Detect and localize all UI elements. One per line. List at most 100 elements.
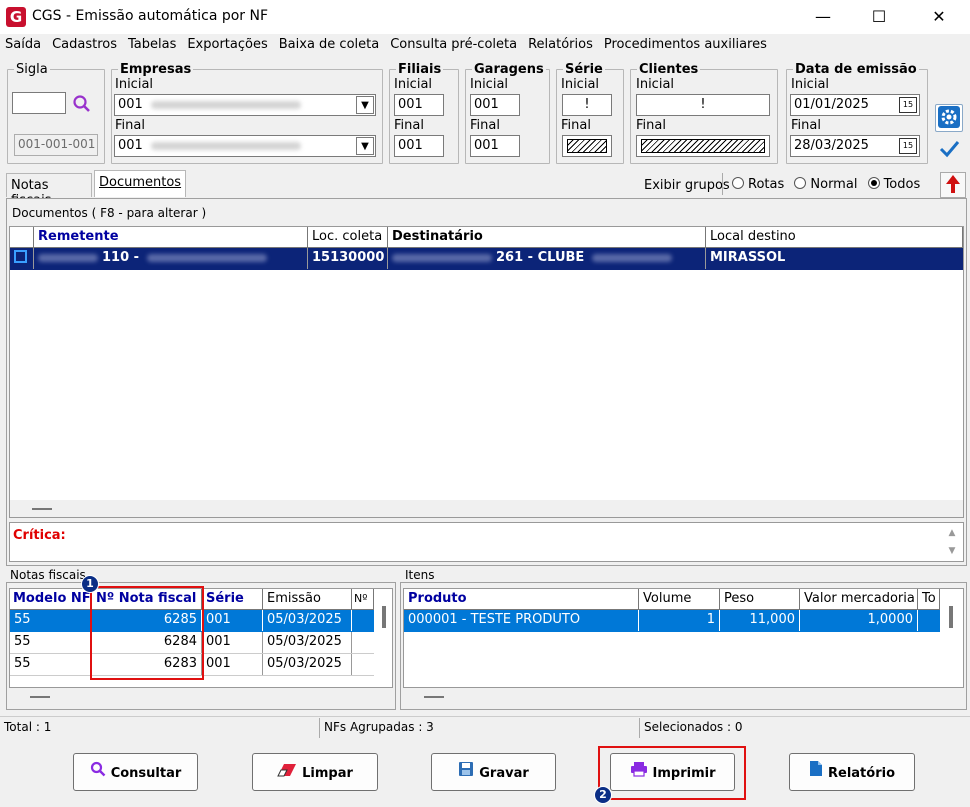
notas-title: Notas fiscais [10, 568, 86, 582]
col-destinatario[interactable]: Destinatário [388, 227, 706, 248]
col-loc-coleta[interactable]: Loc. coleta [308, 227, 388, 248]
menu-cadastros[interactable]: Cadastros [47, 34, 123, 52]
serie-inicial-input[interactable]: ! [562, 94, 612, 116]
clientes-inicial-input[interactable]: ! [636, 94, 770, 116]
radio-todos[interactable] [867, 177, 880, 189]
status-agrupadas: NFs Agrupadas : 3 [320, 718, 640, 738]
close-button[interactable]: ✕ [916, 0, 962, 34]
col-numero-extra[interactable]: Nº [352, 589, 374, 610]
empresas-final-select[interactable]: 001 ▼ [114, 135, 376, 157]
garagens-legend: Garagens [474, 62, 544, 77]
data-inicial-label: Inicial [791, 77, 830, 92]
consultar-label: Consultar [110, 766, 182, 781]
col-local-destino[interactable]: Local destino [706, 227, 963, 248]
cell-valor: 1,0000 [800, 610, 918, 631]
redacted-text [150, 100, 301, 109]
menu-tabelas[interactable]: Tabelas [123, 34, 182, 52]
check-icon [939, 141, 960, 158]
radio-todos-label: Todos [883, 177, 921, 192]
col-produto[interactable]: Produto [404, 589, 639, 610]
cell-loc-coleta: 15130000 [308, 248, 388, 269]
table-row[interactable]: 110 - 15130000 261 - CLUBE MIRASSOL [10, 248, 963, 270]
status-total: Total : 1 [0, 718, 320, 738]
v-scrollbar[interactable]: ▲ ▼ [944, 524, 960, 560]
sigla-code: 001-001-001 [14, 134, 98, 156]
menu-consulta-pre-coleta[interactable]: Consulta pré-coleta [385, 34, 523, 52]
groups-options: Rotas Normal Todos [726, 177, 920, 192]
cell-modelo: 55 [10, 654, 92, 675]
clientes-legend: Clientes [639, 62, 699, 77]
cell-local-destino: MIRASSOL [710, 250, 786, 265]
col-total[interactable]: To [918, 589, 940, 610]
serie-final-input[interactable] [562, 135, 612, 157]
v-scroll-thumb[interactable] [382, 606, 386, 628]
col-modelo-nf[interactable]: Modelo NF [10, 589, 92, 610]
calendar-icon[interactable]: 15 [899, 97, 917, 113]
scroll-grip [424, 696, 444, 698]
h-scrollbar[interactable] [10, 688, 393, 705]
maximize-button[interactable]: ☐ [856, 0, 902, 34]
radio-normal[interactable] [794, 177, 807, 189]
row-checkbox-cell[interactable] [10, 248, 34, 269]
clientes-final-input[interactable] [636, 135, 770, 157]
menu-baixa-coleta[interactable]: Baixa de coleta [274, 34, 385, 52]
sort-up-button[interactable] [940, 172, 966, 198]
limpar-button[interactable]: Limpar [252, 753, 378, 791]
garagens-final-label: Final [470, 118, 500, 133]
h-scrollbar[interactable] [10, 500, 963, 517]
v-scroll-thumb[interactable] [949, 606, 953, 628]
col-remetente[interactable]: Remetente [34, 227, 308, 248]
cell-modelo: 55 [10, 610, 92, 631]
cell-modelo: 55 [10, 632, 92, 653]
settings-button[interactable] [935, 104, 963, 132]
col-serie[interactable]: Série [202, 589, 263, 610]
cell-produto: 000001 - TESTE PRODUTO [404, 610, 639, 631]
grid-header-corner [10, 227, 34, 248]
table-row[interactable]: 000001 - TESTE PRODUTO 1 11,000 1,0000 [404, 610, 940, 632]
search-icon[interactable] [72, 94, 94, 114]
garagens-final-input[interactable]: 001 [470, 135, 520, 157]
redacted-text [592, 253, 673, 262]
tab-notas-fiscais[interactable]: Notas fiscais [6, 173, 92, 208]
data-final-value: 28/03/2025 [794, 138, 869, 153]
groups-label: Exibir grupos [644, 178, 730, 193]
clientes-final-hatch [641, 139, 765, 153]
serie-legend: Série [565, 62, 603, 77]
empresas-inicial-select[interactable]: 001 ▼ [114, 94, 376, 116]
menu-saida[interactable]: Saída [0, 34, 47, 52]
col-peso[interactable]: Peso [720, 589, 800, 610]
search-icon [90, 754, 106, 790]
filiais-inicial-input[interactable]: 001 [394, 94, 444, 116]
calendar-icon[interactable]: 15 [899, 138, 917, 154]
chevron-down-icon[interactable]: ▼ [356, 137, 374, 155]
redacted-text [38, 253, 98, 262]
col-volume[interactable]: Volume [639, 589, 720, 610]
annotation-badge-1: 1 [81, 575, 99, 593]
confirm-button[interactable] [935, 136, 963, 164]
data-inicial-input[interactable]: 01/01/2025 15 [790, 94, 920, 116]
filiais-legend: Filiais [398, 62, 442, 77]
clientes-inicial-label: Inicial [636, 77, 675, 92]
relatorio-button[interactable]: Relatório [789, 753, 915, 791]
menu-relatorios[interactable]: Relatórios [523, 34, 599, 52]
arrow-up-icon [946, 175, 960, 193]
menu-exportacoes[interactable]: Exportações [182, 34, 273, 52]
checkbox[interactable] [14, 250, 27, 263]
gravar-button[interactable]: Gravar [431, 753, 556, 791]
save-icon [458, 754, 474, 790]
consultar-button[interactable]: Consultar [73, 753, 198, 791]
sigla-input[interactable] [12, 92, 66, 114]
menu-procedimentos[interactable]: Procedimentos auxiliares [599, 34, 773, 52]
garagens-inicial-input[interactable]: 001 [470, 94, 520, 116]
data-final-input[interactable]: 28/03/2025 15 [790, 135, 920, 157]
chevron-down-icon[interactable]: ▼ [356, 96, 374, 114]
tab-documentos[interactable]: Documentos [94, 170, 186, 197]
filiais-inicial-label: Inicial [394, 77, 433, 92]
radio-rotas[interactable] [732, 177, 744, 189]
h-scrollbar[interactable] [404, 688, 964, 705]
col-emissao[interactable]: Emissão [263, 589, 352, 610]
minimize-button[interactable]: — [800, 0, 846, 34]
col-valor-mercadoria[interactable]: Valor mercadoria [800, 589, 918, 610]
filiais-final-input[interactable]: 001 [394, 135, 444, 157]
cell-destinatario: 261 - CLUBE [388, 248, 706, 269]
